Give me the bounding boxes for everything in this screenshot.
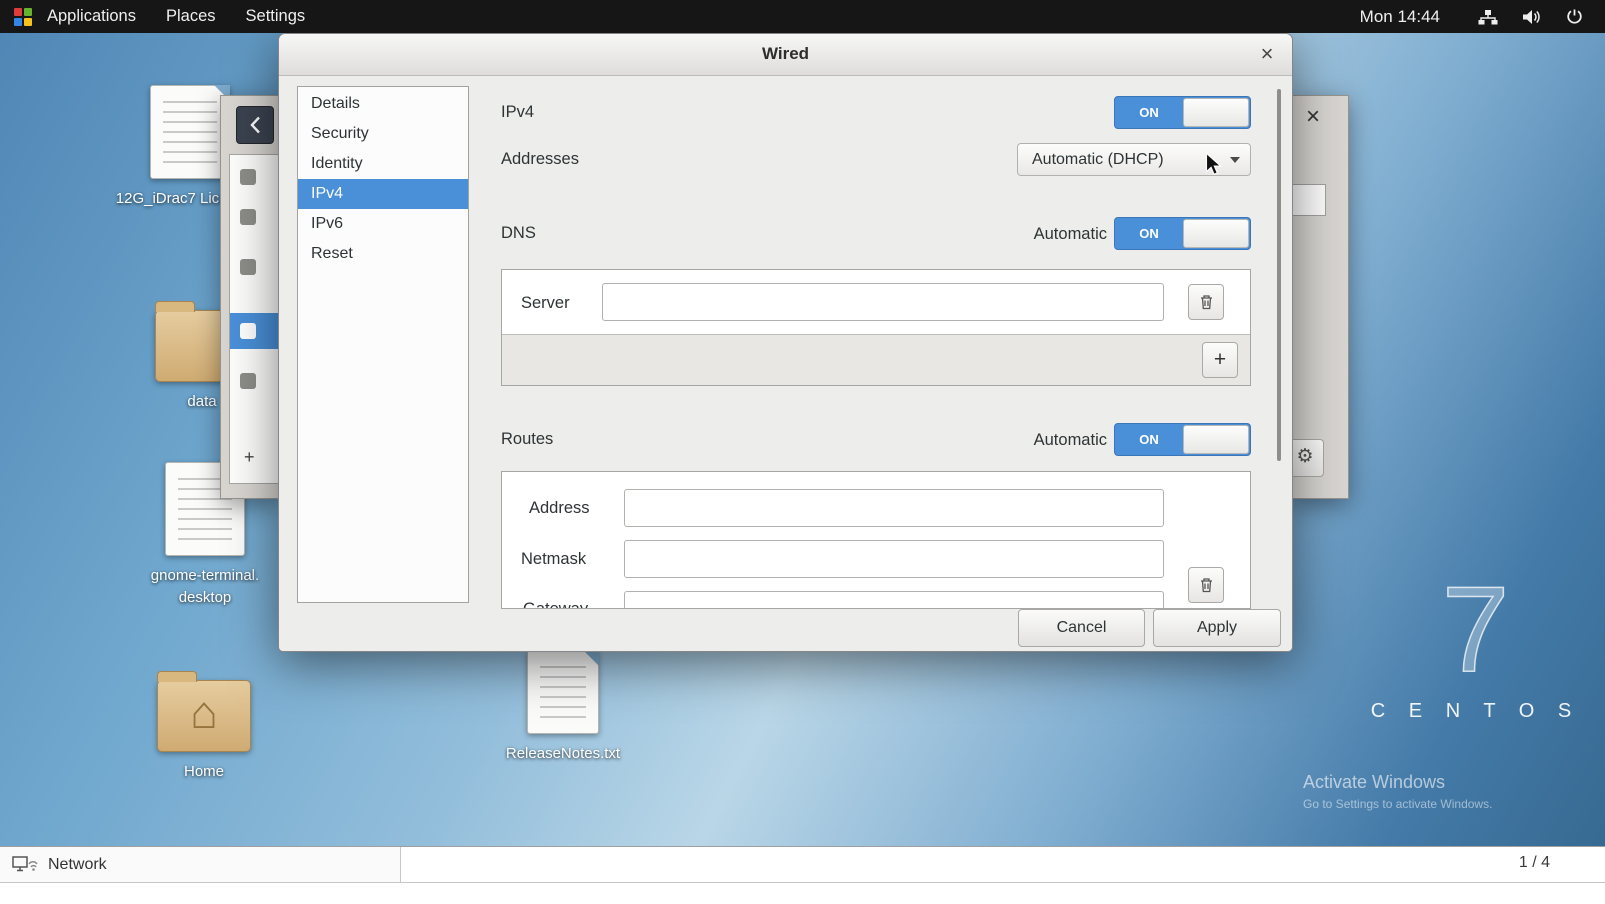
sidebar-item-security[interactable]: Security <box>298 119 468 149</box>
taskbar-item-network[interactable]: Network <box>0 847 401 882</box>
gateway-label: Gateway <box>523 600 588 609</box>
desktop-icon-label: gnome-terminal. desktop <box>125 565 285 609</box>
connection-item-icon <box>240 209 256 225</box>
dns-server-input[interactable] <box>602 283 1164 321</box>
background-input-fragment <box>1292 184 1326 216</box>
centos-logo: 7 C E N T O S <box>1368 568 1583 723</box>
background-window-right-fragment: × ⚙ <box>1291 95 1349 499</box>
desktop-icon-releasenotes[interactable]: ReleaseNotes.txt <box>478 650 648 765</box>
dialog-scrollbar[interactable] <box>1277 89 1281 461</box>
delete-route-button[interactable] <box>1188 567 1224 603</box>
routes-section-label: Routes <box>501 430 553 449</box>
connection-item-icon <box>240 169 256 185</box>
routes-toggle[interactable]: ON <box>1114 423 1251 456</box>
taskbar-item-label: Network <box>48 856 107 874</box>
mouse-cursor <box>1205 152 1223 182</box>
dialog-sidebar: Details Security Identity IPv4 IPv6 Rese… <box>297 86 469 603</box>
home-folder-icon: ⌂ <box>157 680 251 752</box>
desktop-icon-label: data <box>187 391 216 413</box>
sidebar-item-details[interactable]: Details <box>298 89 468 119</box>
selected-connection-row[interactable] <box>230 313 279 349</box>
add-connection-button[interactable]: + <box>244 447 255 468</box>
connection-item-icon <box>240 373 256 389</box>
background-window-close-icon[interactable]: × <box>1306 105 1320 129</box>
routes-automatic-label: Automatic <box>919 431 1107 450</box>
sidebar-item-ipv4[interactable]: IPv4 <box>298 179 468 209</box>
addresses-method-value: Automatic (DHCP) <box>1032 151 1164 168</box>
background-window-left-fragment: + <box>220 95 280 499</box>
house-icon: ⌂ <box>158 685 250 739</box>
power-icon[interactable] <box>1566 8 1583 25</box>
back-button[interactable] <box>236 106 274 144</box>
desktop-icon-label: ReleaseNotes.txt <box>506 743 620 765</box>
add-server-button[interactable]: + <box>1202 342 1238 378</box>
dialog-title: Wired <box>279 44 1292 64</box>
desktop-icon-label: Home <box>184 761 224 783</box>
menu-applications[interactable]: Applications <box>32 0 151 33</box>
delete-server-button[interactable] <box>1188 284 1224 320</box>
dns-server-group: Server + <box>501 269 1251 386</box>
sidebar-item-reset[interactable]: Reset <box>298 239 468 269</box>
toggle-on-label: ON <box>1115 218 1183 249</box>
trash-icon <box>1199 577 1214 593</box>
address-label: Address <box>529 499 590 518</box>
centos-wordmark: C E N T O S <box>1368 700 1583 723</box>
routes-group: Address Netmask Gateway <box>501 471 1251 609</box>
menu-places[interactable]: Places <box>151 0 231 33</box>
route-netmask-input[interactable] <box>624 540 1164 578</box>
activate-line2: Go to Settings to activate Windows. <box>1303 797 1603 811</box>
connection-list-fragment: + <box>229 154 280 484</box>
route-address-input[interactable] <box>624 489 1164 527</box>
ipv4-toggle[interactable]: ON <box>1114 96 1251 129</box>
workspace-pager[interactable]: 1 / 4 <box>1519 854 1550 872</box>
topbar-status-area: Mon 14:44 <box>1360 7 1605 27</box>
dns-toggle[interactable]: ON <box>1114 217 1251 250</box>
clock[interactable]: Mon 14:44 <box>1360 7 1440 27</box>
dns-add-row: + <box>502 334 1250 385</box>
document-icon <box>150 85 230 179</box>
desktop-icon-home[interactable]: ⌂ Home <box>118 668 290 783</box>
taskbar-row: Network 1 / 4 <box>0 847 1605 883</box>
trash-icon <box>1199 294 1214 310</box>
addresses-label: Addresses <box>501 150 579 169</box>
wired-dialog: Wired × Details Security Identity IPv4 I… <box>278 33 1293 652</box>
cancel-button[interactable]: Cancel <box>1018 609 1145 647</box>
close-icon[interactable]: × <box>1252 40 1282 70</box>
sidebar-item-identity[interactable]: Identity <box>298 149 468 179</box>
sidebar-item-ipv6[interactable]: IPv6 <box>298 209 468 239</box>
top-bar: Applications Places Settings Mon 14:44 <box>0 0 1605 33</box>
dns-automatic-label: Automatic <box>919 225 1107 244</box>
toggle-on-label: ON <box>1115 424 1183 455</box>
toggle-on-label: ON <box>1115 97 1183 128</box>
route-gateway-input[interactable] <box>624 591 1164 609</box>
chevron-down-icon <box>1230 157 1240 163</box>
network-connections-icon <box>12 855 38 875</box>
document-icon <box>527 650 599 734</box>
toggle-handle <box>1183 425 1249 454</box>
desktop-screen: Applications Places Settings Mon 14:44 1… <box>0 0 1605 904</box>
ipv4-section-label: IPv4 <box>501 103 534 122</box>
centos-7-numeral: 7 <box>1442 561 1510 697</box>
applications-icon <box>14 8 32 26</box>
dns-section-label: DNS <box>501 224 536 243</box>
bottom-taskbar: Network 1 / 4 <box>0 846 1605 904</box>
volume-icon[interactable] <box>1522 9 1542 25</box>
toggle-handle <box>1183 219 1249 248</box>
netmask-label: Netmask <box>521 550 586 569</box>
activate-windows-watermark: Activate Windows Go to Settings to activ… <box>1303 772 1603 811</box>
toggle-handle <box>1183 98 1249 127</box>
activate-line1: Activate Windows <box>1303 772 1603 793</box>
menu-settings[interactable]: Settings <box>231 0 321 33</box>
network-tree-icon[interactable] <box>1478 9 1498 25</box>
dialog-titlebar[interactable]: Wired × <box>279 34 1292 76</box>
server-label: Server <box>521 294 570 313</box>
connection-item-icon <box>240 323 256 339</box>
apply-button[interactable]: Apply <box>1153 609 1281 647</box>
connection-item-icon <box>240 259 256 275</box>
